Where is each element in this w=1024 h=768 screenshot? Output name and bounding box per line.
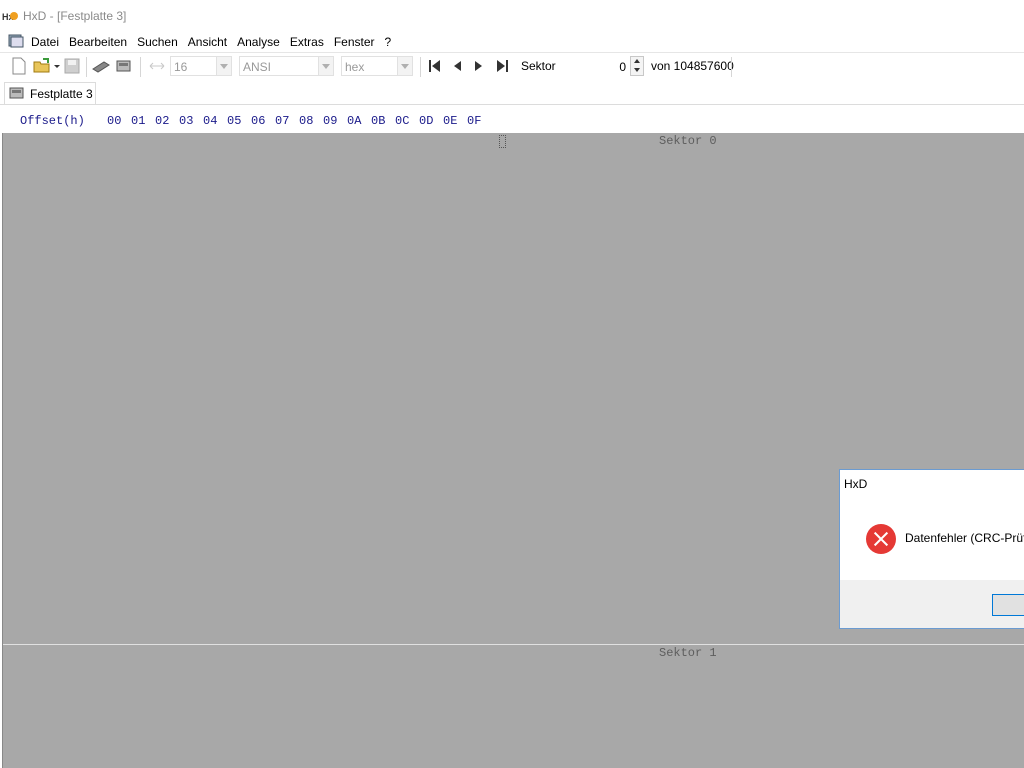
column-label: 01 (131, 114, 146, 128)
menu-extras[interactable]: Extras (290, 33, 329, 51)
tab-festplatte-3[interactable]: Festplatte 3 (4, 82, 96, 104)
menu-suchen[interactable]: Suchen (137, 33, 183, 51)
bytes-per-row-icon (149, 62, 165, 70)
error-dialog: HxD Datenfehler (CRC-Prüf (839, 469, 1024, 629)
spin-up-icon[interactable] (634, 59, 640, 63)
hex-editor-area[interactable]: Sektor 0 Sektor 1 (2, 133, 1024, 768)
chevron-down-icon[interactable] (216, 57, 231, 75)
charset-select[interactable]: ANSI (239, 56, 334, 76)
toolbar: 16 ANSI hex Sektor 0 von 104857600 (0, 53, 1024, 81)
column-label: 0F (467, 114, 482, 128)
bytes-per-row-value: 16 (174, 60, 188, 74)
dialog-footer (840, 580, 1024, 628)
menu-datei[interactable]: Datei (31, 33, 64, 51)
error-icon (866, 524, 896, 554)
offset-base-select[interactable]: hex (341, 56, 413, 76)
menu-help[interactable]: ? (385, 33, 397, 51)
column-label: 0E (443, 114, 458, 128)
column-label: 0A (347, 114, 362, 128)
charset-value: ANSI (243, 60, 272, 74)
last-sector-icon[interactable] (494, 57, 510, 75)
sektor-input-value: 0 (619, 60, 626, 74)
bytes-per-row-select[interactable]: 16 (170, 56, 232, 76)
column-label: 03 (179, 114, 194, 128)
disk-tab-icon (9, 87, 24, 99)
offset-base-value: hex (345, 60, 365, 74)
window-title: HxD - [Festplatte 3] (23, 9, 127, 23)
document-tab-strip: Festplatte 3 (0, 80, 1024, 105)
sector-title: Sektor 1 (659, 646, 717, 660)
first-sector-icon[interactable] (427, 57, 443, 75)
column-label: 06 (251, 114, 266, 128)
mdi-document-icon[interactable] (8, 33, 24, 49)
sektor-spinner[interactable] (630, 56, 644, 76)
menu-bar: Datei Bearbeiten Suchen Ansicht Analyse … (0, 32, 1024, 53)
tab-label: Festplatte 3 (30, 87, 93, 101)
open-dropdown-icon[interactable] (53, 57, 61, 75)
open-ram-icon[interactable] (92, 57, 110, 75)
offset-header-label: Offset(h) (20, 114, 85, 128)
next-sector-icon[interactable] (472, 57, 486, 75)
column-label: 07 (275, 114, 290, 128)
hxd-app-icon: Hx (2, 12, 18, 22)
menu-analyse[interactable]: Analyse (237, 33, 285, 51)
open-folder-icon[interactable] (33, 57, 51, 75)
chevron-down-icon[interactable] (397, 57, 412, 75)
save-icon[interactable] (64, 57, 80, 75)
spin-down-icon[interactable] (634, 68, 640, 72)
sektor-total: von 104857600 (651, 59, 734, 73)
column-label: 00 (107, 114, 122, 128)
menu-bearbeiten[interactable]: Bearbeiten (69, 33, 132, 51)
toolbar-separator (140, 57, 141, 77)
column-label: 08 (299, 114, 314, 128)
open-disk-icon[interactable] (115, 57, 133, 75)
toolbar-separator (420, 57, 421, 77)
dialog-title: HxD (844, 477, 868, 491)
new-file-icon[interactable] (11, 57, 27, 75)
sektor-label: Sektor (521, 59, 556, 73)
column-label: 05 (227, 114, 242, 128)
hex-column-header: Offset(h) 00 01 02 03 04 05 06 07 08 09 … (0, 105, 1024, 132)
column-label: 0D (419, 114, 434, 128)
toolbar-separator (731, 57, 732, 77)
dialog-message: Datenfehler (CRC-Prüf (905, 531, 1024, 545)
column-label: 02 (155, 114, 170, 128)
column-labels: 00 01 02 03 04 05 06 07 08 09 0A 0B 0C 0… (107, 114, 491, 128)
column-label: 04 (203, 114, 218, 128)
title-bar: Hx HxD - [Festplatte 3] (0, 0, 1024, 32)
previous-sector-icon[interactable] (450, 57, 464, 75)
dialog-ok-button[interactable] (992, 594, 1024, 616)
sector-title: Sektor 0 (659, 134, 717, 148)
column-label: 0C (395, 114, 410, 128)
text-caret (499, 135, 506, 148)
menu-fenster[interactable]: Fenster (334, 33, 380, 51)
column-label: 0B (371, 114, 386, 128)
column-label: 09 (323, 114, 338, 128)
sektor-input[interactable]: 0 (558, 56, 630, 76)
menu-ansicht[interactable]: Ansicht (188, 33, 232, 51)
chevron-down-icon[interactable] (318, 57, 333, 75)
toolbar-separator (86, 57, 87, 77)
sector-divider (3, 644, 1024, 645)
